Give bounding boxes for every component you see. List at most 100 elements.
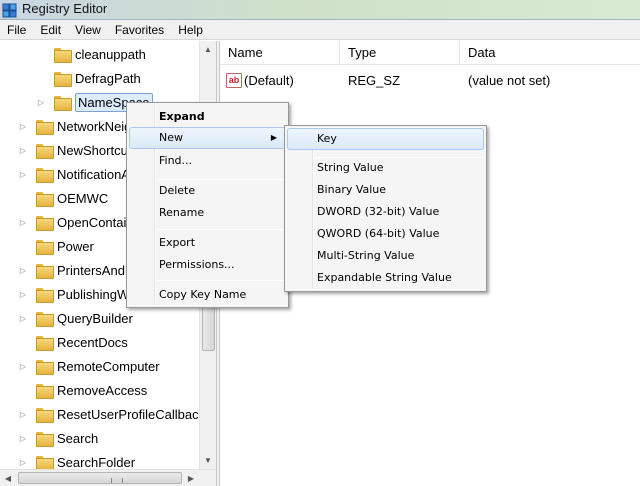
- menu-separator: [157, 280, 284, 281]
- scroll-down-icon[interactable]: ▼: [200, 452, 216, 469]
- column-data[interactable]: Data: [460, 41, 640, 65]
- value-type: REG_SZ: [348, 72, 401, 88]
- tree-item-label: Power: [57, 238, 94, 254]
- menu-item-label: New: [159, 131, 183, 144]
- menu-help[interactable]: Help: [171, 20, 210, 40]
- expand-arrow-icon[interactable]: ▷: [18, 433, 28, 443]
- column-name[interactable]: Name: [220, 41, 340, 65]
- tree-item-label: ResetUserProfileCallbacks: [57, 406, 212, 422]
- tree-item-label: OpenContain: [57, 214, 134, 230]
- expand-arrow-icon[interactable]: ▷: [18, 169, 28, 179]
- menu-item-qword-64-bit-value[interactable]: QWORD (64-bit) Value: [287, 223, 484, 245]
- menu-file[interactable]: File: [0, 20, 33, 40]
- tree-item[interactable]: RecentDocs: [18, 330, 128, 354]
- folder-icon: [36, 263, 54, 279]
- tree-item[interactable]: ▷ NotificationA: [18, 162, 130, 186]
- tree-item[interactable]: ▷ NewShortcut: [18, 138, 131, 162]
- scroll-left-icon[interactable]: ◀: [0, 470, 16, 486]
- tree-item-label: NewShortcut: [57, 142, 132, 158]
- tree-item[interactable]: ▷ QueryBuilder: [18, 306, 133, 330]
- context-menu: Expand New ▶ Find... Delete Rename Export Permi…: [126, 102, 289, 308]
- menu-item-delete[interactable]: Delete: [129, 180, 286, 202]
- expand-arrow-icon[interactable]: ▷: [18, 121, 28, 131]
- tree-item[interactable]: ▷ OpenContain: [18, 210, 134, 234]
- menu-item-string-value[interactable]: String Value: [287, 157, 484, 179]
- menu-item-copy-key-name[interactable]: Copy Key Name: [129, 284, 286, 306]
- expand-arrow-icon: [18, 193, 28, 203]
- tree-item[interactable]: OEMWC: [18, 186, 108, 210]
- tree-item[interactable]: ▷ PrintersAndF: [18, 258, 133, 282]
- tree-item-label: RecentDocs: [57, 334, 128, 350]
- menu-edit[interactable]: Edit: [33, 20, 68, 40]
- tree-item[interactable]: ▷ NetworkNeigh: [18, 114, 139, 138]
- expand-arrow-icon[interactable]: ▷: [18, 361, 28, 371]
- tree-item-label: RemoteComputer: [57, 358, 160, 374]
- tree-horizontal-scrollbar[interactable]: ◀ ▶: [0, 469, 216, 486]
- menu-view[interactable]: View: [68, 20, 108, 40]
- tree-item[interactable]: ▷ ResetUserProfileCallbacks: [18, 402, 212, 426]
- expand-arrow-icon: [18, 241, 28, 251]
- folder-icon: [36, 335, 54, 351]
- menu-item-label: String Value: [317, 161, 384, 174]
- tree-item[interactable]: cleanuppath: [36, 42, 146, 66]
- tree-item[interactable]: RemoveAccess: [18, 378, 147, 402]
- scroll-right-icon[interactable]: ▶: [183, 470, 199, 486]
- scroll-thumb-horizontal[interactable]: [18, 472, 182, 484]
- folder-icon: [36, 167, 54, 183]
- menu-item-expandable-string-value[interactable]: Expandable String Value: [287, 267, 484, 289]
- tree-item[interactable]: DefragPath: [36, 66, 141, 90]
- tree-item[interactable]: Power: [18, 234, 94, 258]
- menu-separator: [157, 229, 284, 230]
- menu-favorites[interactable]: Favorites: [108, 20, 171, 40]
- menu-item-export[interactable]: Export: [129, 232, 286, 254]
- scroll-up-icon[interactable]: ▲: [200, 41, 216, 58]
- menu-item-new[interactable]: New ▶: [129, 127, 286, 149]
- tree-item-label: PublishingWi: [57, 286, 133, 302]
- menu-item-label: Expandable String Value: [317, 271, 452, 284]
- list-item[interactable]: ab (Default) REG_SZ (value not set): [220, 69, 640, 91]
- expand-arrow-icon[interactable]: ▷: [36, 97, 46, 107]
- registry-icon: [2, 3, 17, 18]
- folder-icon: [54, 47, 72, 63]
- tree-item-label: PrintersAndF: [57, 262, 133, 278]
- expand-arrow-icon[interactable]: ▷: [18, 145, 28, 155]
- folder-icon: [36, 191, 54, 207]
- tree-item-label: DefragPath: [75, 70, 141, 86]
- menu-item-label: Multi-String Value: [317, 249, 415, 262]
- tree-item[interactable]: ▷ PublishingWi: [18, 282, 132, 306]
- menu-item-label: Copy Key Name: [159, 288, 247, 301]
- menu-item-permissions[interactable]: Permissions...: [129, 254, 286, 276]
- title-bar: Registry Editor: [0, 0, 640, 20]
- tree-item[interactable]: ▷ RemoteComputer: [18, 354, 160, 378]
- menu-item-expand[interactable]: Expand: [129, 106, 286, 128]
- value-name: (Default): [244, 72, 294, 88]
- expand-arrow-icon[interactable]: ▷: [18, 289, 28, 299]
- menu-item-label: Permissions...: [159, 258, 235, 271]
- menu-item-find[interactable]: Find...: [129, 150, 286, 172]
- menu-item-label: Delete: [159, 184, 196, 197]
- folder-icon: [36, 407, 54, 423]
- menu-item-dword-32-bit-value[interactable]: DWORD (32-bit) Value: [287, 201, 484, 223]
- tree-item-label: RemoveAccess: [57, 382, 148, 398]
- expand-arrow-icon: [18, 385, 28, 395]
- tree-item[interactable]: ▷ Search: [18, 426, 98, 450]
- folder-icon: [54, 95, 72, 111]
- folder-icon: [36, 383, 54, 399]
- expand-arrow-icon[interactable]: ▷: [18, 409, 28, 419]
- folder-icon: [36, 287, 54, 303]
- expand-arrow-icon[interactable]: ▷: [18, 217, 28, 227]
- folder-icon: [36, 359, 54, 375]
- menu-item-binary-value[interactable]: Binary Value: [287, 179, 484, 201]
- menu-item-label: Expand: [159, 110, 205, 123]
- menu-item-rename[interactable]: Rename: [129, 202, 286, 224]
- menu-item-multi-string-value[interactable]: Multi-String Value: [287, 245, 484, 267]
- tree-item-label: Search: [57, 430, 99, 446]
- menu-item-key[interactable]: Key: [287, 128, 484, 150]
- folder-icon: [36, 455, 54, 471]
- expand-arrow-icon[interactable]: ▷: [18, 313, 28, 323]
- expand-arrow-icon[interactable]: ▷: [18, 265, 28, 275]
- expand-arrow-icon[interactable]: ▷: [18, 457, 28, 467]
- string-value-icon: ab: [226, 72, 242, 88]
- column-type[interactable]: Type: [340, 41, 460, 65]
- window-title: Registry Editor: [22, 1, 108, 16]
